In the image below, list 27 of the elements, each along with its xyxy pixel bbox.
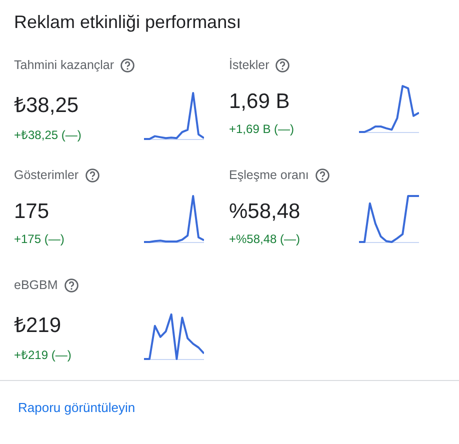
sparkline-drawing	[359, 84, 419, 134]
sparkline-drawing	[359, 194, 419, 244]
metric-change: +₺38,25 (—)	[14, 127, 82, 143]
metric-label: eBGBM	[14, 278, 58, 292]
metric-label: İstekler	[229, 58, 270, 72]
metric-change: +₺219 (—)	[14, 347, 72, 363]
help-icon[interactable]	[275, 58, 290, 72]
sparkline-drawing	[144, 311, 204, 361]
metric-label: Eşleşme oranı	[229, 168, 309, 182]
metric-label: Tahmini kazançlar	[14, 58, 114, 72]
card-title: Reklam etkinliği performansı	[13, 12, 242, 34]
metric-value: ₺38,25	[14, 93, 80, 118]
sparkline-drawing	[144, 194, 204, 244]
sparkline-drawing	[144, 91, 204, 141]
help-icon[interactable]	[84, 168, 100, 182]
help-icon[interactable]	[64, 278, 79, 292]
metric-value: %58,48	[229, 200, 302, 224]
help-icon[interactable]	[314, 168, 330, 182]
metric-change: +1,69 B (—)	[229, 122, 296, 136]
metric-change: +%58,48 (—)	[229, 232, 302, 246]
metric-value: ₺219	[14, 313, 62, 338]
metric-value: 1,69 B	[229, 90, 291, 114]
metric-value: 175	[14, 200, 50, 224]
report-link[interactable]: Raporu görüntüleyin	[18, 400, 136, 415]
metric-label: Gösterimler	[14, 168, 79, 182]
help-icon[interactable]	[120, 58, 136, 72]
metric-change: +175 (—)	[14, 232, 66, 246]
